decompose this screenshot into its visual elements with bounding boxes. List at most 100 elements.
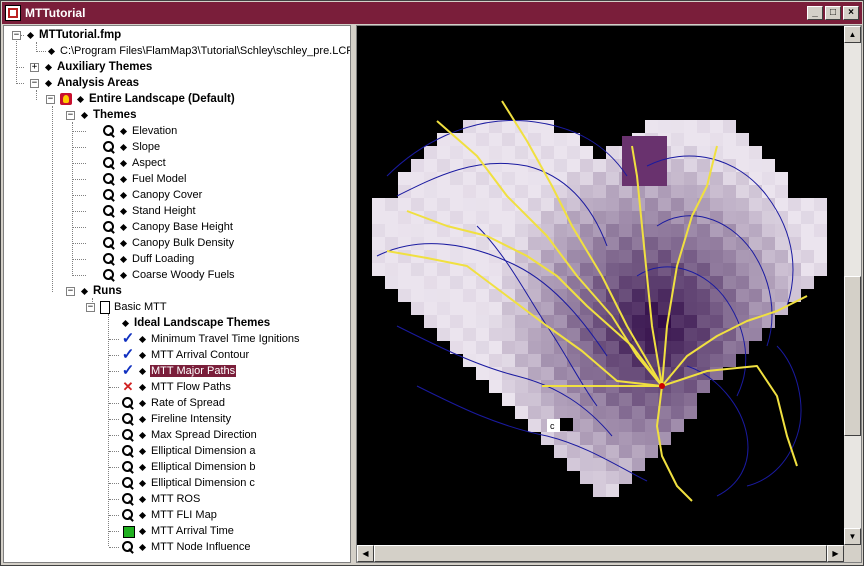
- magnifier-icon[interactable]: [102, 188, 116, 202]
- magnifier-icon[interactable]: [121, 492, 135, 506]
- output-item[interactable]: Rate of Spread: [109, 395, 226, 411]
- theme-item[interactable]: Duff Loading: [72, 251, 195, 267]
- collapse-toggle-icon[interactable]: −: [12, 30, 21, 40]
- tree-item-runs[interactable]: − Runs: [66, 283, 123, 299]
- theme-item[interactable]: Aspect: [72, 155, 167, 171]
- map-cell: [580, 419, 593, 432]
- output-item[interactable]: MTT Arrival Time: [109, 523, 235, 539]
- magnifier-icon[interactable]: [121, 476, 135, 490]
- output-item[interactable]: MTT ROS: [109, 491, 201, 507]
- map-cell: [684, 406, 697, 419]
- collapse-toggle-icon[interactable]: −: [30, 78, 39, 88]
- theme-item[interactable]: Elevation: [72, 123, 178, 139]
- output-item[interactable]: Elliptical Dimension a: [109, 443, 257, 459]
- tree-root[interactable]: − MTTutorial.fmp: [12, 27, 122, 43]
- magnifier-icon[interactable]: [102, 220, 116, 234]
- theme-item[interactable]: Canopy Bulk Density: [72, 235, 235, 251]
- maximize-button[interactable]: □: [825, 6, 841, 20]
- theme-item[interactable]: Fuel Model: [72, 171, 187, 187]
- green-square-icon[interactable]: [121, 524, 135, 538]
- tree-item-auxiliary-themes[interactable]: + Auxiliary Themes: [30, 59, 153, 75]
- collapse-toggle-icon[interactable]: −: [86, 302, 95, 312]
- output-item[interactable]: Elliptical Dimension b: [109, 459, 257, 475]
- cross-icon[interactable]: ✕: [121, 380, 135, 394]
- horizontal-scroll-thumb[interactable]: [374, 545, 827, 562]
- horizontal-scrollbar[interactable]: ◀ ▶: [357, 545, 844, 562]
- map-cell: [463, 250, 476, 263]
- scroll-left-icon[interactable]: ◀: [357, 545, 374, 562]
- theme-item[interactable]: Canopy Base Height: [72, 219, 234, 235]
- vertical-scrollbar[interactable]: ▲ ▼: [844, 26, 861, 545]
- output-item[interactable]: Fireline Intensity: [109, 411, 232, 427]
- collapse-toggle-icon[interactable]: −: [46, 94, 55, 104]
- magnifier-icon[interactable]: [121, 460, 135, 474]
- map-cell: [723, 289, 736, 302]
- check-icon[interactable]: ✓: [121, 331, 135, 346]
- magnifier-icon[interactable]: [102, 124, 116, 138]
- tree-item-analysis-areas[interactable]: − Analysis Areas: [30, 75, 140, 91]
- close-button[interactable]: ×: [843, 6, 859, 20]
- magnifier-icon[interactable]: [121, 540, 135, 554]
- magnifier-icon[interactable]: [102, 172, 116, 186]
- magnifier-icon[interactable]: [102, 140, 116, 154]
- pane-splitter[interactable]: [351, 25, 355, 563]
- node-diamond-icon: [76, 95, 85, 103]
- expand-toggle-icon[interactable]: +: [30, 62, 39, 72]
- magnifier-icon[interactable]: [102, 252, 116, 266]
- tree-item-lcp[interactable]: C:\Program Files\FlamMap3\Tutorial\Schle…: [46, 43, 350, 59]
- magnifier-icon[interactable]: [121, 396, 135, 410]
- theme-item[interactable]: Canopy Cover: [72, 187, 203, 203]
- scroll-right-icon[interactable]: ▶: [827, 545, 844, 562]
- collapse-toggle-icon[interactable]: −: [66, 286, 75, 296]
- output-item[interactable]: ✓ Minimum Travel Time Ignitions: [109, 331, 301, 347]
- output-item[interactable]: Max Spread Direction: [109, 427, 258, 443]
- map-cell: [437, 328, 450, 341]
- magnifier-icon[interactable]: [121, 412, 135, 426]
- map-cell: [645, 406, 658, 419]
- output-item[interactable]: MTT FLI Map: [109, 507, 218, 523]
- magnifier-icon[interactable]: [102, 236, 116, 250]
- map-cell: [710, 341, 723, 354]
- magnifier-icon[interactable]: [121, 428, 135, 442]
- magnifier-icon[interactable]: [102, 268, 116, 282]
- scroll-down-icon[interactable]: ▼: [844, 528, 861, 545]
- map-cell: [762, 224, 775, 237]
- theme-label: Duff Loading: [132, 253, 195, 265]
- check-icon[interactable]: ✓: [121, 347, 135, 362]
- output-item[interactable]: ✓ MTT Arrival Contour: [109, 347, 250, 363]
- map-cell: [411, 198, 424, 211]
- map-cell: [463, 185, 476, 198]
- output-item[interactable]: ✓ MTT Major Paths: [109, 363, 238, 379]
- tree-item-basic-mtt[interactable]: − Basic MTT: [86, 299, 168, 315]
- tree-item-entire-landscape[interactable]: − Entire Landscape (Default): [46, 91, 236, 107]
- magnifier-icon[interactable]: [102, 156, 116, 170]
- theme-item[interactable]: Slope: [72, 139, 161, 155]
- map-cell: [684, 315, 697, 328]
- output-item[interactable]: MTT Node Influence: [109, 539, 251, 555]
- map-cell: [736, 198, 749, 211]
- project-tree[interactable]: − MTTutorial.fmp C:\Program Files\FlamMa…: [3, 25, 351, 563]
- node-diamond-icon: [119, 271, 128, 279]
- tree-item-ideal-landscape-themes[interactable]: Ideal Landscape Themes: [120, 315, 271, 331]
- map-cell: [632, 315, 645, 328]
- tree-item-themes[interactable]: − Themes: [66, 107, 137, 123]
- theme-item[interactable]: Coarse Woody Fuels: [72, 267, 236, 283]
- output-item[interactable]: Elliptical Dimension c: [109, 475, 256, 491]
- landscape-map[interactable]: c: [357, 26, 844, 545]
- theme-item[interactable]: Stand Height: [72, 203, 197, 219]
- vertical-scroll-thumb[interactable]: [844, 276, 861, 436]
- map-cell: [723, 315, 736, 328]
- scroll-up-icon[interactable]: ▲: [844, 26, 861, 43]
- map-cell: [450, 315, 463, 328]
- title-bar[interactable]: MTTutorial _ □ ×: [2, 2, 862, 24]
- magnifier-icon[interactable]: [102, 204, 116, 218]
- minimize-button[interactable]: _: [807, 6, 823, 20]
- output-item[interactable]: ✕ MTT Flow Paths: [109, 379, 232, 395]
- magnifier-icon[interactable]: [121, 508, 135, 522]
- check-icon[interactable]: ✓: [121, 363, 135, 378]
- magnifier-icon[interactable]: [121, 444, 135, 458]
- output-label: MTT Major Paths: [148, 364, 238, 378]
- app-window: MTTutorial _ □ × − MTTutorial.fmp C:\Pro…: [0, 0, 864, 566]
- collapse-toggle-icon[interactable]: −: [66, 110, 75, 120]
- map-view[interactable]: c ▲ ▼ ◀ ▶: [356, 25, 862, 563]
